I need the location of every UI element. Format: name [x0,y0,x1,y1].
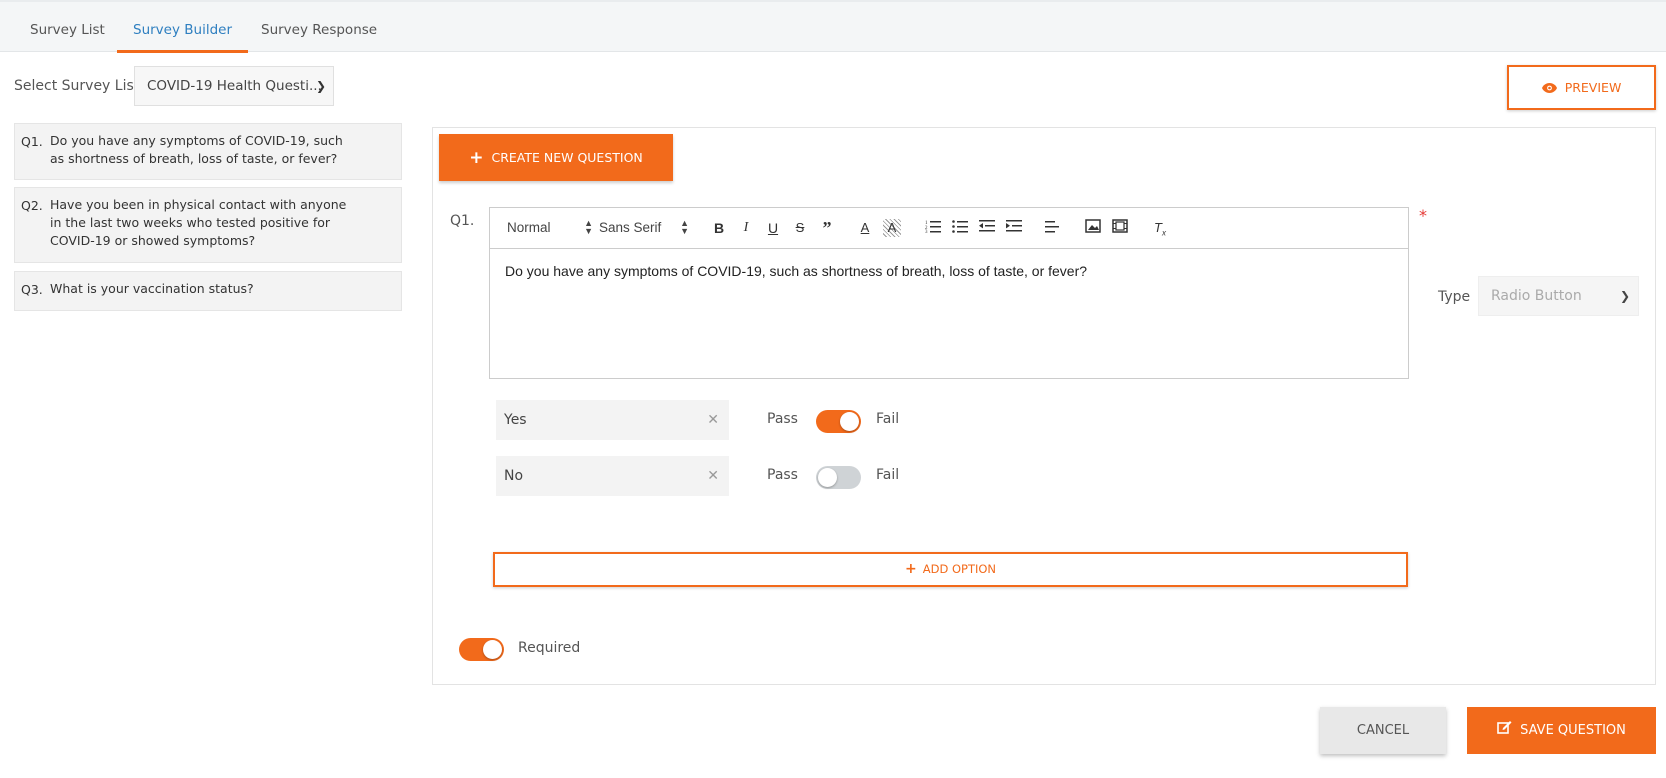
question-text: Do you have any symptoms of COVID-19, su… [50,133,343,166]
editor-question-number: Q1. [450,213,475,229]
question-number: Q3. [21,282,43,297]
survey-select-value: COVID-19 Health Questi... [147,78,322,94]
pass-label: Pass [767,467,798,483]
toggle-knob [818,468,837,487]
fail-label: Fail [876,467,900,483]
italic-icon[interactable]: I [737,219,755,237]
bold-icon[interactable]: B [710,219,728,237]
option-value: No [504,468,524,484]
create-new-question-button[interactable]: + CREATE NEW QUESTION [439,134,673,181]
video-icon[interactable] [1111,219,1129,237]
type-select[interactable]: Radio Button ❯ [1478,276,1639,316]
tab-survey-builder[interactable]: Survey Builder [117,2,248,53]
remove-option-icon[interactable]: ✕ [707,400,719,440]
font-dropdown[interactable]: Sans Serif ▲ ▼ [599,218,689,236]
bullet-list-icon[interactable] [951,219,969,237]
toggle-knob [840,412,859,431]
chevron-down-icon: ❯ [315,79,326,93]
clear-format-icon[interactable]: Tx [1151,219,1169,238]
background-color-icon[interactable]: A [883,219,901,237]
underline-icon[interactable]: U [764,219,782,237]
strikethrough-icon[interactable]: S [791,219,809,237]
editor-content[interactable]: Do you have any symptoms of COVID-19, su… [505,263,1087,279]
font-value: Sans Serif [599,220,662,235]
select-survey-label: Select Survey List [14,78,140,94]
type-value: Radio Button [1491,288,1582,304]
question-list-item[interactable]: Q1. Do you have any symptoms of COVID-19… [14,123,402,180]
text-color-icon[interactable]: A [856,219,874,237]
outdent-icon[interactable] [978,219,996,237]
option-value: Yes [504,412,527,428]
remove-option-icon[interactable]: ✕ [707,456,719,496]
tab-bar: Survey List Survey Builder Survey Respon… [0,0,1666,53]
tab-survey-list[interactable]: Survey List [14,2,121,53]
format-dropdown[interactable]: Normal ▲ ▼ [507,218,593,236]
plus-icon: + [904,561,917,577]
preview-label: PREVIEW [1564,80,1622,95]
pass-label: Pass [767,411,798,427]
format-value: Normal [507,220,551,235]
updown-icon: ▲ ▼ [584,218,593,236]
tab-survey-response[interactable]: Survey Response [245,2,393,53]
chevron-down-icon: ❯ [1619,289,1630,303]
pass-fail-toggle[interactable] [816,410,861,433]
save-question-button[interactable]: SAVE QUESTION [1467,707,1656,754]
create-question-label: CREATE NEW QUESTION [491,150,643,165]
rich-text-editor[interactable]: Normal ▲ ▼ Sans Serif ▲ ▼ B I U S ” A A 12… [489,207,1409,379]
question-number: Q1. [21,134,43,149]
fail-label: Fail [876,411,900,427]
edit-icon [1497,707,1512,754]
pass-fail-toggle[interactable] [816,466,861,489]
eye-icon [1541,68,1557,109]
required-asterisk: * [1419,206,1427,225]
add-option-button[interactable]: + ADD OPTION [493,552,1408,587]
question-number: Q2. [21,198,43,213]
type-label: Type [1438,289,1471,305]
question-list-item[interactable]: Q2. Have you been in physical contact wi… [14,187,402,263]
question-text: Have you been in physical contact with a… [50,197,347,248]
align-left-icon[interactable] [1044,219,1062,237]
required-label: Required [518,640,581,656]
image-icon[interactable] [1084,219,1102,237]
option-input[interactable]: No ✕ [496,456,729,496]
option-input[interactable]: Yes ✕ [496,400,729,440]
survey-select-dropdown[interactable]: COVID-19 Health Questi... ❯ [134,66,334,106]
cancel-button[interactable]: CANCEL [1320,707,1446,754]
required-toggle[interactable] [459,638,504,661]
editor-toolbar: Normal ▲ ▼ Sans Serif ▲ ▼ B I U S ” A A 12… [490,208,1408,249]
indent-icon[interactable] [1005,219,1023,237]
question-text: What is your vaccination status? [50,281,254,296]
preview-button[interactable]: PREVIEW [1507,65,1656,110]
blockquote-icon[interactable]: ” [818,219,836,237]
updown-icon: ▲ ▼ [680,218,689,236]
save-question-label: SAVE QUESTION [1520,723,1626,738]
add-option-label: ADD OPTION [922,562,997,576]
svg-text:3: 3 [925,230,928,233]
question-list-item[interactable]: Q3. What is your vaccination status? [14,271,402,311]
toggle-knob [483,640,502,659]
ordered-list-icon[interactable]: 123 [924,219,942,237]
plus-icon: + [469,148,484,168]
